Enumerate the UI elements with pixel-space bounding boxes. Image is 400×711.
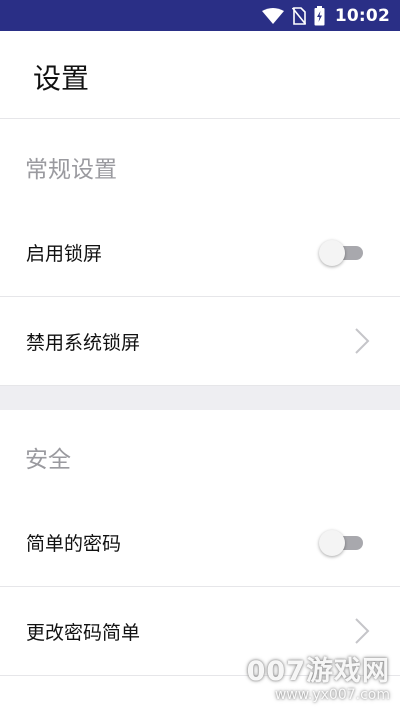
status-time: 10:02 [334, 5, 390, 26]
chevron-right-icon [355, 328, 370, 354]
section-header-general: 常规设置 [0, 120, 400, 210]
simple-password-toggle[interactable] [319, 530, 365, 556]
no-sim-icon [291, 6, 306, 25]
setting-row-disable-system-lock[interactable]: 禁用系统锁屏 [0, 297, 400, 386]
wifi-icon [261, 7, 284, 24]
battery-charging-icon [314, 5, 325, 26]
section-divider [0, 386, 400, 410]
setting-label: 启用锁屏 [26, 243, 103, 265]
watermark-url: www.yx007.com [274, 687, 390, 703]
app-bar: 设置 [0, 31, 400, 119]
chevron-right-icon [355, 618, 370, 644]
enable-lock-screen-toggle[interactable] [319, 240, 365, 266]
status-bar: 10:02 [0, 0, 400, 31]
toggle-thumb [319, 240, 345, 266]
setting-label: 禁用系统锁屏 [26, 332, 141, 354]
setting-row-simple-password[interactable]: 简单的密码 [0, 498, 400, 587]
watermark-text: 007游戏网 [246, 656, 390, 687]
section-title: 常规设置 [25, 157, 117, 183]
page-title: 设置 [33, 62, 90, 95]
setting-label: 简单的密码 [26, 533, 122, 555]
section-header-security: 安全 [0, 410, 400, 500]
setting-row-enable-lock-screen[interactable]: 启用锁屏 [0, 208, 400, 297]
toggle-thumb [319, 530, 345, 556]
section-title: 安全 [25, 447, 71, 473]
watermark: 007游戏网 www.yx007.com [246, 656, 390, 704]
setting-label: 更改密码简单 [26, 622, 141, 644]
